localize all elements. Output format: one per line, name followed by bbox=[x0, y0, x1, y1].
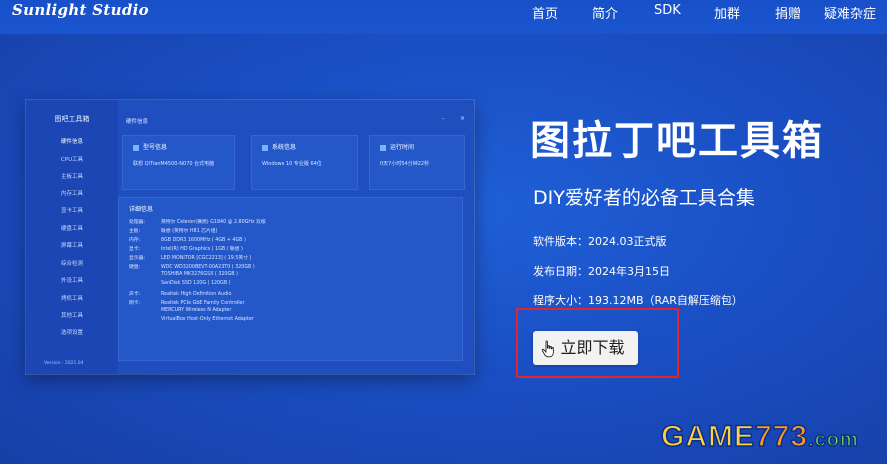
detail-row: 显示器: LED MONITOR [CGC2213] ( 19.5英寸 ) bbox=[129, 256, 252, 261]
preview-card-model: 型号信息 联想 QiTianM4500-N070 台式电脑 bbox=[122, 135, 235, 190]
detail-row: 内存: 8GB DDR3 1600MHz ( 4GB + 4GB ) bbox=[129, 238, 246, 243]
detail-row: 处理器: 英特尔 Celeron(赛扬) G1840 @ 2.80GHz 双核 bbox=[129, 220, 266, 225]
download-label: 立即下载 bbox=[560, 338, 625, 357]
hero-title: 图拉丁吧工具箱 bbox=[530, 118, 824, 164]
card-title: 系统信息 bbox=[272, 144, 297, 151]
top-navbar: Sunlight Studio 首页 简介 SDK 加群 捐赠 疑难杂症 bbox=[0, 0, 887, 34]
release-date: 发布日期：2024年3月15日 bbox=[533, 265, 670, 278]
windows-icon bbox=[262, 144, 268, 151]
preview-sidebar: 图吧工具箱 硬件信息 CPU工具 主板工具 内存工具 显卡工具 硬盘工具 屏幕工… bbox=[26, 100, 118, 374]
preview-sidebar-item: 显卡工具 bbox=[60, 208, 83, 214]
card-title: 运行时间 bbox=[390, 144, 415, 151]
preview-sidebar-item: 主板工具 bbox=[60, 174, 83, 180]
detail-row: TOSHIBA MK3276GSX ( 320GB ) bbox=[161, 272, 238, 277]
preview-version: Version : 2021.04 bbox=[44, 361, 84, 366]
preview-sidebar-item: 屏幕工具 bbox=[60, 243, 83, 249]
preview-sidebar-item: 烤机工具 bbox=[60, 296, 83, 302]
hand-cursor-icon bbox=[541, 340, 554, 358]
info-icon bbox=[133, 144, 139, 151]
hero-subtitle: DIY爱好者的必备工具合集 bbox=[533, 187, 755, 209]
detail-row: MERCURY Wireless N Adapter bbox=[161, 308, 232, 313]
close-icon: × bbox=[460, 115, 466, 122]
detail-row: SanDisk SSD 120G ( 120GB ) bbox=[161, 281, 231, 286]
site-watermark: GAME773.com bbox=[660, 419, 859, 454]
detail-row: 硬盘: WDC WD3200BEVT-00A23T0 ( 320GB ) bbox=[129, 265, 255, 270]
preview-sidebar-item: 其他工具 bbox=[60, 313, 83, 319]
nav-sdk[interactable]: SDK bbox=[654, 3, 681, 18]
card-value: 0天7小时54分钟22秒 bbox=[380, 161, 430, 167]
detail-row: VirtualBox Host-Only Ethernet Adapter bbox=[161, 317, 254, 322]
preview-detail-panel: 详细信息 处理器: 英特尔 Celeron(赛扬) G1840 @ 2.80GHz… bbox=[118, 197, 463, 361]
software-version: 软件版本：2024.03正式版 bbox=[533, 235, 667, 248]
detail-row: 网卡: Realtek PCIe GbE Family Controller bbox=[129, 301, 245, 306]
nav-intro[interactable]: 简介 bbox=[592, 3, 618, 22]
preview-sidebar-item: CPU工具 bbox=[60, 157, 84, 163]
preview-sidebar-item: 综合检测 bbox=[60, 261, 83, 267]
preview-sidebar-item: 外设工具 bbox=[60, 278, 83, 284]
detail-title: 详细信息 bbox=[129, 206, 154, 213]
preview-sidebar-item: 选项设置 bbox=[60, 330, 83, 336]
preview-sidebar-item: 内存工具 bbox=[60, 191, 83, 197]
nav-donate[interactable]: 捐赠 bbox=[775, 3, 801, 22]
preview-sidebar-item: 硬件信息 bbox=[60, 139, 83, 145]
nav-faq[interactable]: 疑难杂症 bbox=[824, 3, 876, 22]
app-screenshot-preview: 图吧工具箱 硬件信息 CPU工具 主板工具 内存工具 显卡工具 硬盘工具 屏幕工… bbox=[26, 100, 474, 374]
program-size: 程序大小：193.12MB（RAR自解压缩包） bbox=[533, 294, 743, 307]
main-nav: 首页 简介 SDK 加群 捐赠 疑难杂症 bbox=[0, 3, 887, 23]
nav-join-group[interactable]: 加群 bbox=[714, 3, 740, 22]
minimize-icon: - bbox=[442, 115, 445, 122]
detail-row: 声卡: Realtek High Definition Audio bbox=[129, 292, 232, 297]
card-value: Windows 10 专业版 64位 bbox=[262, 161, 322, 167]
detail-row: 显卡: Intel(R) HD Graphics ( 1GB / 联想 ) bbox=[129, 247, 243, 252]
card-value: 联想 QiTianM4500-N070 台式电脑 bbox=[133, 161, 215, 167]
preview-window-title: 硬件信息 bbox=[126, 119, 149, 125]
detail-row: 主板: 联想 (英特尔 H81 芯片组) bbox=[129, 229, 218, 234]
clock-icon bbox=[380, 144, 386, 151]
preview-app-title: 图吧工具箱 bbox=[54, 115, 90, 123]
preview-card-system: 系统信息 Windows 10 专业版 64位 bbox=[251, 135, 358, 190]
nav-home[interactable]: 首页 bbox=[532, 3, 558, 22]
card-title: 型号信息 bbox=[143, 144, 168, 151]
preview-sidebar-item: 硬盘工具 bbox=[60, 226, 83, 232]
preview-card-uptime: 运行时间 0天7小时54分钟22秒 bbox=[369, 135, 465, 190]
